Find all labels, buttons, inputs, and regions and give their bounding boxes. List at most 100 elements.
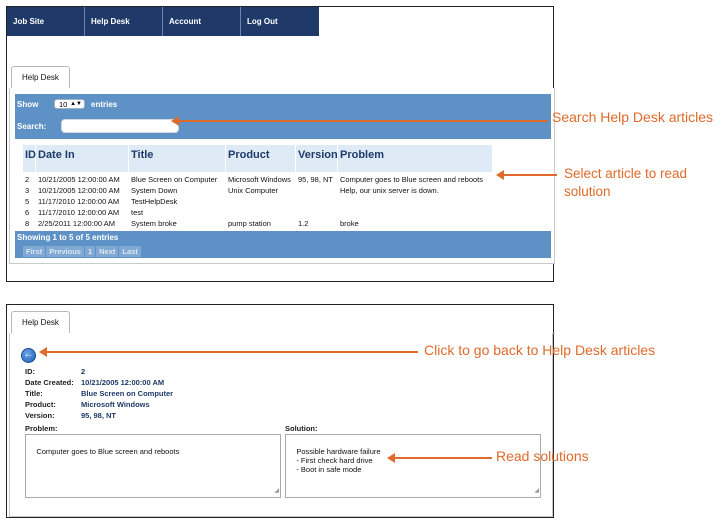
nav-job-site[interactable]: Job Site: [7, 7, 85, 36]
problem-text: Computer goes to Blue screen and reboots: [36, 447, 180, 456]
cell-title: Blue Screen on Computer: [131, 175, 218, 184]
cell-product: Unix Computer: [228, 186, 279, 195]
column-title[interactable]: Title: [129, 145, 226, 172]
top-nav: Job Site Help Desk Account Log Out: [7, 7, 319, 36]
pager-next-button[interactable]: Next: [96, 246, 119, 257]
cell-date-in: 11/17/2010 12:00:00 AM: [38, 197, 120, 206]
cell-product: pump station: [228, 219, 271, 228]
search-label: Search:: [17, 122, 47, 131]
annotation-search: Search Help Desk articles: [552, 109, 714, 125]
cell-title: test: [131, 208, 144, 217]
show-label: Show: [17, 100, 39, 109]
solution-textarea[interactable]: Possible hardware failure - First check …: [285, 434, 541, 498]
cell-id: 3: [25, 186, 30, 195]
problem-label: Problem:: [25, 424, 58, 433]
select-annotation-arrow: [496, 170, 557, 180]
table-info: Showing 1 to 5 of 5 entries: [17, 233, 119, 242]
product-label: Product:: [25, 400, 56, 409]
nav-account[interactable]: Account: [163, 7, 241, 36]
tab-help-desk[interactable]: Help Desk: [11, 66, 70, 89]
table-row[interactable]: 5 11/17/2010 12:00:00 AM TestHelpDesk: [23, 196, 493, 207]
product-value: Microsoft Windows: [81, 400, 150, 409]
id-label: ID:: [25, 367, 35, 376]
detail-id: ID: 2: [25, 367, 85, 376]
solution-label: Solution:: [285, 424, 318, 433]
cell-id: 8: [25, 219, 30, 228]
cell-version: [296, 185, 338, 196]
column-version[interactable]: Version: [296, 145, 338, 172]
cell-title: TestHelpDesk: [131, 197, 178, 206]
annotation-read: Read solutions: [496, 448, 589, 464]
read-annotation-arrow: [387, 453, 492, 463]
column-date-in[interactable]: Date In: [36, 145, 129, 172]
tab-help-desk[interactable]: Help Desk: [11, 311, 70, 334]
detail-product: Product: Microsoft Windows: [25, 400, 150, 409]
entries-per-page-value: 10: [59, 100, 68, 109]
pager-previous-button[interactable]: Previous: [46, 246, 84, 257]
cell-title: System Down: [131, 186, 178, 195]
cell-version: [296, 196, 338, 207]
cell-date-in: 2/25/2011 12:00:00 AM: [38, 219, 116, 228]
cell-id: 5: [25, 197, 30, 206]
table-row[interactable]: 6 11/17/2010 12:00:00 AM test: [23, 207, 493, 218]
cell-date-in: 10/21/2005 12:00:00 AM: [38, 186, 120, 195]
table-row[interactable]: 8 2/25/2011 12:00:00 AM System broke pum…: [23, 218, 493, 229]
column-problem[interactable]: Problem: [338, 145, 493, 172]
back-annotation-arrow: [39, 347, 418, 357]
cell-problem: [338, 207, 493, 218]
detail-title: Title: Blue Screen on Computer: [25, 389, 173, 398]
title-value: Blue Screen on Computer: [81, 389, 174, 398]
table-row[interactable]: 3 10/21/2005 12:00:00 AM System Down Uni…: [23, 185, 493, 196]
cell-date-in: 10/21/2005 12:00:00 AM: [38, 175, 120, 184]
detail-version: Version: 95, 98, NT: [25, 411, 116, 420]
pager-page-1-button[interactable]: 1: [84, 246, 96, 257]
table-body: 2 10/21/2005 12:00:00 AM Blue Screen on …: [23, 174, 493, 229]
version-value: 95, 98, NT: [81, 411, 117, 420]
annotation-select-line1: Select article to read: [564, 166, 688, 181]
annotation-select-line2: solution: [564, 184, 611, 199]
cell-version: [296, 207, 338, 218]
cell-version: 95, 98, NT: [298, 175, 334, 184]
help-desk-article-screenshot: Help Desk ← ID: 2 Date Created: 10/21/2005…: [6, 304, 555, 518]
title-label: Title:: [25, 389, 43, 398]
cell-product: [226, 196, 296, 207]
id-value: 2: [81, 367, 86, 376]
pager-last-button[interactable]: Last: [119, 246, 141, 257]
detail-date: Date Created: 10/21/2005 12:00:00 AM: [25, 378, 164, 387]
cell-product: [226, 207, 296, 218]
search-input[interactable]: [61, 119, 179, 133]
search-annotation-arrow: [171, 116, 548, 126]
nav-log-out[interactable]: Log Out: [241, 7, 319, 36]
cell-id: 2: [25, 175, 30, 184]
column-id[interactable]: ID: [23, 145, 36, 172]
help-desk-list-screenshot: Job Site Help Desk Account Log Out Help …: [6, 6, 555, 282]
back-arrow-icon[interactable]: ←: [21, 348, 36, 363]
version-label: Version:: [25, 411, 55, 420]
pagination: First Previous 1 Next Last: [23, 246, 142, 257]
cell-id: 6: [25, 208, 30, 217]
pager-first-button[interactable]: First: [23, 246, 46, 257]
select-arrows-icon: ▲▼: [70, 101, 82, 107]
entries-per-page-select[interactable]: 10 ▲▼: [54, 99, 85, 109]
problem-textarea[interactable]: Computer goes to Blue screen and reboots…: [25, 434, 281, 498]
cell-problem: broke: [340, 219, 359, 228]
table-header-row: ID Date In Title Product Version Problem: [23, 145, 493, 172]
solution-text: Possible hardware failure - First check …: [296, 447, 381, 474]
cell-problem: Help, our unix server is down.: [340, 186, 439, 195]
date-label: Date Created:: [25, 378, 74, 387]
cell-version: 1.2: [298, 219, 309, 228]
date-value: 10/21/2005 12:00:00 AM: [81, 378, 165, 387]
cell-date-in: 11/17/2010 12:00:00 AM: [38, 208, 120, 217]
entries-label: entries: [91, 100, 118, 109]
cell-problem: [338, 196, 493, 207]
cell-problem: Computer goes to Blue screen and reboots: [340, 175, 484, 184]
annotation-back: Click to go back to Help Desk articles: [424, 342, 656, 358]
resize-grip-icon[interactable]: ◢: [274, 487, 279, 496]
nav-help-desk[interactable]: Help Desk: [85, 7, 163, 36]
resize-grip-icon[interactable]: ◢: [534, 487, 539, 496]
cell-title: System broke: [131, 219, 177, 228]
table-row[interactable]: 2 10/21/2005 12:00:00 AM Blue Screen on …: [23, 174, 493, 185]
column-product[interactable]: Product: [226, 145, 296, 172]
table-controls-bar: Show 10 ▲▼ entries Search:: [15, 94, 551, 139]
cell-product: Microsoft Windows: [228, 175, 291, 184]
